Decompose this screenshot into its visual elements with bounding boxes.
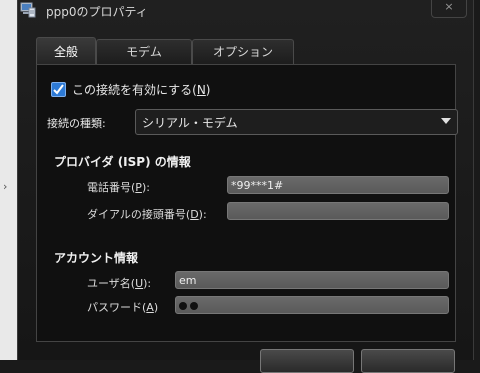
enable-connection-label[interactable]: この接続を有効にする(N) — [72, 81, 210, 98]
general-tab-panel: この接続を有効にする(N) 接続の種類: シリアル・モデム プロバイダ (ISP… — [36, 64, 458, 342]
background-window-edge: › — [0, 0, 18, 360]
window-title: ppp0のプロパティ — [46, 5, 148, 19]
password-dot — [190, 302, 198, 310]
title-bar[interactable]: ppp0のプロパティ × — [18, 0, 473, 22]
tab-modem-label: モデム — [126, 45, 162, 59]
properties-dialog: ppp0のプロパティ × 全般 モデム オプション この接続を有効にする(N) … — [17, 0, 474, 373]
tab-options[interactable]: オプション — [192, 39, 294, 65]
tab-options-label: オプション — [212, 45, 273, 59]
connection-type-value: シリアル・モデム — [142, 116, 238, 130]
dial-prefix-input[interactable] — [227, 202, 449, 220]
connection-type-select[interactable]: シリアル・モデム — [135, 109, 458, 135]
password-mask — [179, 299, 201, 312]
checkmark-icon — [53, 84, 64, 95]
password-input[interactable] — [175, 296, 449, 314]
username-input[interactable]: em — [175, 271, 449, 289]
background-window-text: › — [3, 180, 8, 193]
password-label: パスワード(A) — [87, 301, 159, 314]
connection-type-label: 接続の種類: — [47, 117, 106, 130]
isp-section-title: プロバイダ (ISP) の情報 — [54, 155, 191, 169]
close-button[interactable]: × — [431, 0, 467, 18]
network-connection-icon — [20, 2, 36, 18]
account-section-title: アカウント情報 — [54, 251, 139, 265]
close-icon: × — [444, 0, 454, 13]
chevron-down-icon — [441, 118, 451, 124]
tab-general-label: 全般 — [53, 45, 78, 59]
password-dot — [179, 302, 187, 310]
tab-general[interactable]: 全般 — [36, 37, 96, 67]
username-label: ユーザ名(U): — [87, 277, 152, 290]
phone-number-input[interactable]: *99***1# — [227, 176, 449, 194]
tab-modem[interactable]: モデム — [96, 39, 192, 65]
enable-connection-checkbox[interactable] — [51, 82, 66, 97]
ok-button[interactable] — [260, 349, 354, 373]
cancel-button[interactable] — [361, 349, 455, 373]
phone-number-label: 電話番号(P): — [87, 181, 150, 194]
dial-prefix-label: ダイアルの接頭番号(D): — [87, 208, 207, 221]
